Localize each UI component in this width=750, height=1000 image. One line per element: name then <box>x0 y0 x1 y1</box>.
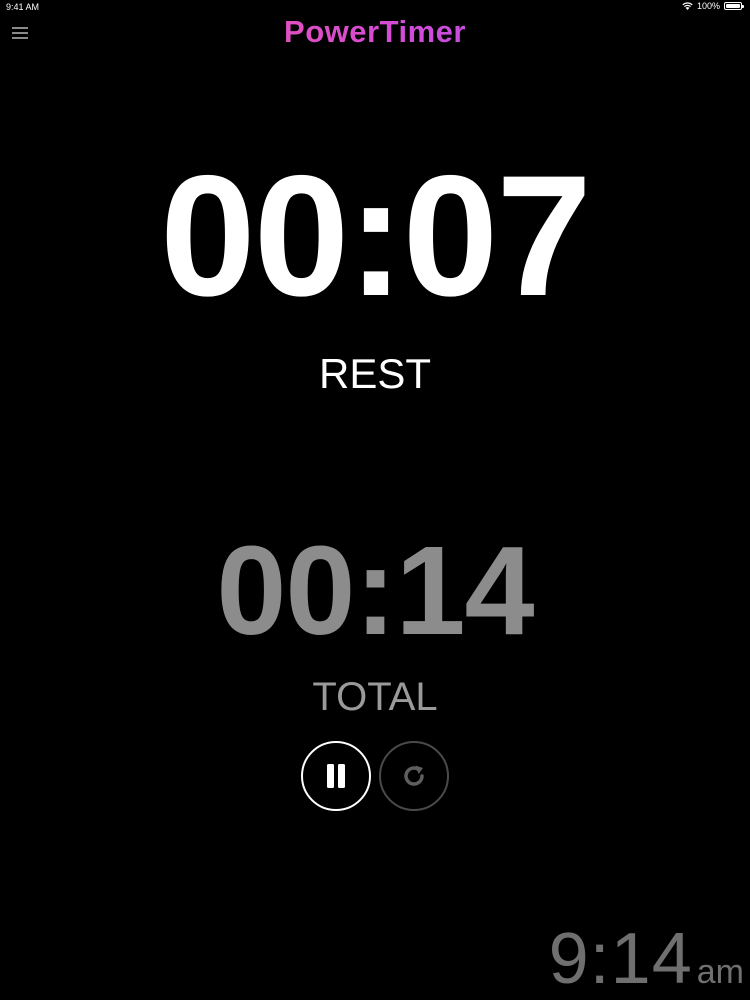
interval-timer: 00:07 <box>160 140 592 332</box>
current-clock: 9:14 am <box>549 918 744 1000</box>
clock-time: 9:14 <box>548 919 693 999</box>
clock-ampm: am <box>696 953 744 991</box>
app-title: PowerTimer <box>0 14 750 50</box>
battery-percent: 100% <box>696 1 720 11</box>
battery-fill <box>726 4 740 8</box>
pause-icon <box>327 764 345 788</box>
timer-controls <box>0 741 750 811</box>
pause-button[interactable] <box>301 741 371 811</box>
phase-label: REST <box>318 350 431 397</box>
total-label: TOTAL <box>312 675 438 719</box>
battery-icon <box>724 2 744 10</box>
status-bar: 9:41 AM 100% <box>0 0 750 14</box>
reset-button[interactable] <box>379 741 449 811</box>
status-indicators: 100% <box>682 1 744 11</box>
status-time: 9:41 AM <box>6 2 40 12</box>
wifi-icon <box>682 2 693 10</box>
total-timer: 00:14 <box>216 520 534 661</box>
refresh-icon <box>404 765 424 786</box>
